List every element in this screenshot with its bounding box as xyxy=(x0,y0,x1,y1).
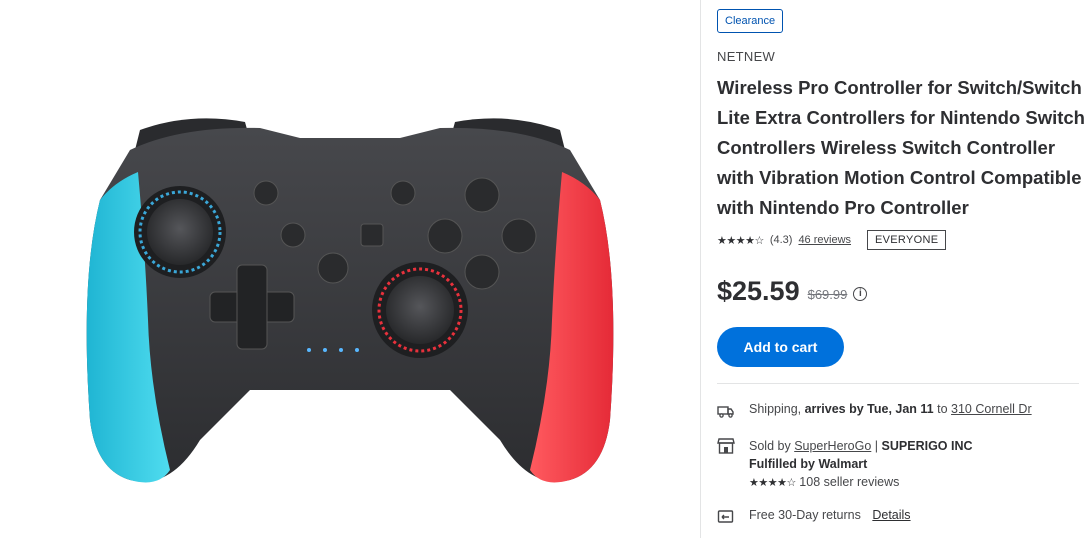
seller-separator: | xyxy=(874,439,879,453)
divider xyxy=(717,383,1079,384)
seller-stars: ★★★★☆ xyxy=(749,477,796,489)
rating-stars: ★★★★☆ xyxy=(717,234,764,247)
info-icon[interactable]: i xyxy=(853,286,868,301)
reviews-link[interactable]: 46 reviews xyxy=(798,234,851,246)
rating-value: (4.3) xyxy=(769,234,793,246)
controller-image xyxy=(86,118,614,483)
fulfilled-by: Fulfilled by Walmart xyxy=(749,457,868,471)
sold-by-label: Sold by xyxy=(749,439,791,453)
rating-row: ★★★★☆ (4.3) 46 reviews EVERYONE xyxy=(717,227,947,253)
arrival-date: arrives by Tue, Jan 11 xyxy=(804,402,934,416)
seller-row: Sold by SuperHeroGo | SUPERIGO INC Fulfi… xyxy=(717,437,973,492)
shipping-row: Shipping, arrives by Tue, Jan 11 to 310 … xyxy=(717,402,1032,419)
store-icon xyxy=(717,438,735,454)
shipping-label: Shipping, xyxy=(749,402,802,416)
age-rating-badge: EVERYONE xyxy=(867,230,947,250)
truck-icon xyxy=(717,406,734,418)
product-details: Clearance NETNEW Wireless Pro Controller… xyxy=(717,0,1086,538)
pane-divider xyxy=(700,0,701,538)
current-price: $25.59 xyxy=(717,275,800,306)
was-price: $69.99 xyxy=(807,286,848,302)
seller-link[interactable]: SuperHeroGo xyxy=(794,439,871,453)
returns-icon xyxy=(717,510,734,523)
returns-label: Free 30-Day returns xyxy=(749,508,861,522)
seller-company: SUPERIGO INC xyxy=(881,439,973,453)
product-title: Wireless Pro Controller for Switch/Switc… xyxy=(717,77,1085,218)
product-image[interactable] xyxy=(0,0,700,538)
shipping-to: to xyxy=(937,402,948,416)
brand-link[interactable]: NETNEW xyxy=(717,49,775,64)
address-link[interactable]: 310 Cornell Dr xyxy=(951,402,1032,416)
returns-row: Free 30-Day returns Details xyxy=(717,508,911,525)
clearance-badge: Clearance xyxy=(717,9,784,33)
add-to-cart-button[interactable]: Add to cart xyxy=(717,327,844,367)
price-row: $25.59 $69.99 i xyxy=(717,272,868,310)
seller-reviews[interactable]: 108 seller reviews xyxy=(799,475,899,489)
returns-details-link[interactable]: Details xyxy=(872,508,910,522)
